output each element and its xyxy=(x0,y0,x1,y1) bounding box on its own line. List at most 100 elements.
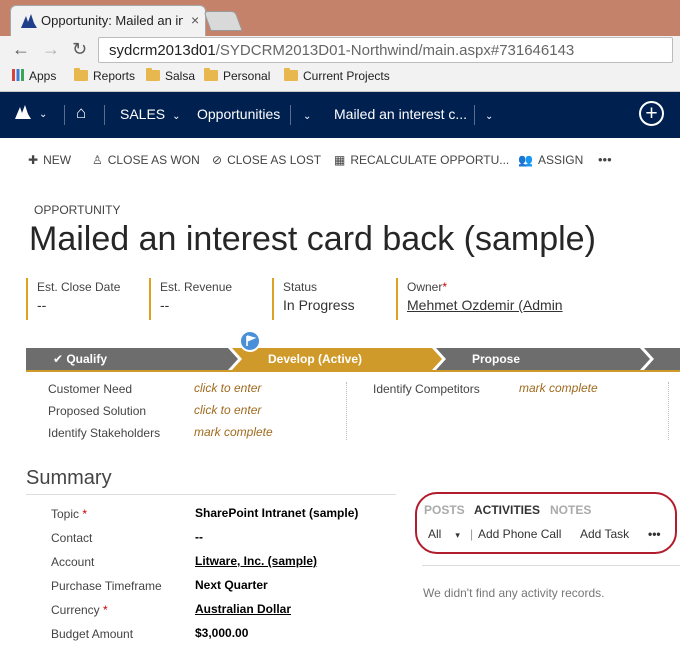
step-proposed-solution: Proposed Solution xyxy=(48,404,147,418)
reload-icon[interactable]: ↻ xyxy=(72,39,87,60)
bookmark-reports[interactable]: Reports xyxy=(74,68,135,83)
field-label: Est. Close Date xyxy=(37,280,121,294)
dynamics-menu-button[interactable]: ⌄ xyxy=(14,104,47,120)
apps-grid-icon xyxy=(12,69,24,81)
section-title-summary: Summary xyxy=(26,467,112,489)
field-value-account[interactable]: Litware, Inc. (sample) xyxy=(195,554,317,568)
field-label-currency: Currency * xyxy=(51,603,108,617)
folder-icon xyxy=(284,68,298,81)
field-label: Owner* xyxy=(407,280,448,294)
more-commands-button[interactable]: ••• xyxy=(598,152,612,167)
field-label-topic: Topic * xyxy=(51,507,88,521)
more-actions-button[interactable]: ••• xyxy=(648,527,661,541)
activity-filter-dropdown[interactable]: All ▾ xyxy=(428,527,460,541)
crm-nav-bar: ⌄ ⌂ SALES ⌄ Opportunities ⌄ Mailed an int… xyxy=(0,92,680,138)
close-as-won-button[interactable]: ♙ CLOSE AS WON xyxy=(92,153,200,167)
field-value-contact[interactable]: -- xyxy=(195,530,203,544)
step-proposed-solution-value[interactable]: click to enter xyxy=(194,403,261,417)
page-title: Mailed an interest card back (sample) xyxy=(29,220,596,258)
new-button[interactable]: ✚ NEW xyxy=(28,153,71,167)
empty-activities-message: We didn't find any activity records. xyxy=(423,586,605,600)
field-label-budget-amount: Budget Amount xyxy=(51,627,134,641)
browser-titlebar: Opportunity: Mailed an interest card bac… xyxy=(0,0,680,36)
field-value-purchase-timeframe[interactable]: Next Quarter xyxy=(195,578,268,592)
assign-button[interactable]: 👥 ASSIGN xyxy=(518,153,583,167)
dynamics-logo-icon xyxy=(21,14,37,28)
stage-propose-label: Propose xyxy=(471,352,520,366)
header-field-close-date[interactable]: Est. Close Date -- xyxy=(26,278,144,320)
bookmark-current-projects[interactable]: Current Projects xyxy=(284,68,390,83)
home-icon[interactable]: ⌂ xyxy=(76,103,86,123)
stage-qualify-label: ✔ Qualify xyxy=(52,352,108,366)
add-phone-call-button[interactable]: Add Phone Call xyxy=(478,527,561,541)
close-as-lost-button[interactable]: ⊘ CLOSE AS LOST xyxy=(212,153,321,167)
folder-icon xyxy=(74,68,88,81)
entity-type-label: OPPORTUNITY xyxy=(34,203,121,217)
recalculate-button[interactable]: ▦ RECALCULATE OPPORTU... xyxy=(334,153,509,167)
field-label: Status xyxy=(283,280,318,294)
create-plus-icon[interactable]: + xyxy=(639,101,664,126)
browser-tab-active[interactable]: Opportunity: Mailed an interest card bac… xyxy=(10,5,206,36)
nav-record-dropdown[interactable]: ⌄ xyxy=(478,106,493,122)
nav-divider xyxy=(104,105,105,125)
folder-icon xyxy=(204,68,218,81)
new-tab-button[interactable] xyxy=(203,11,243,31)
trophy-icon: ♙ xyxy=(92,153,103,167)
tab-title: Opportunity: Mailed an interest card bac… xyxy=(41,13,183,28)
browser-toolbar: ← → ↻ sydcrm2013d01/SYDCRM2013D01-Northw… xyxy=(0,36,680,64)
nav-divider xyxy=(64,105,65,125)
bookmark-personal[interactable]: Personal xyxy=(204,68,270,83)
nav-current-record[interactable]: Mailed an interest c... xyxy=(334,106,467,122)
steps-divider xyxy=(346,382,347,440)
social-divider xyxy=(422,565,680,566)
url-text: sydcrm2013d01/SYDCRM2013D01-Northwind/ma… xyxy=(109,42,575,59)
field-label-account: Account xyxy=(51,555,95,569)
plus-icon: ✚ xyxy=(28,153,39,167)
chevron-down-icon: ▾ xyxy=(455,530,460,540)
flag-icon xyxy=(239,330,261,352)
nav-opportunities[interactable]: Opportunities xyxy=(197,106,280,122)
nav-divider xyxy=(290,105,291,125)
action-divider: | xyxy=(470,527,474,541)
owner-link[interactable]: Mehmet Ozdemir (Admin xyxy=(407,297,576,313)
close-icon[interactable]: × xyxy=(191,12,199,28)
field-value-budget-amount[interactable]: $3,000.00 xyxy=(195,626,248,640)
back-arrow-icon[interactable]: ← xyxy=(12,39,30,60)
nav-entity-dropdown[interactable]: ⌄ xyxy=(296,106,311,122)
tab-posts[interactable]: POSTS xyxy=(424,503,465,517)
bookmark-apps[interactable]: Apps xyxy=(12,69,56,83)
tab-activities[interactable]: ACTIVITIES xyxy=(474,503,540,517)
header-field-owner[interactable]: Owner* Mehmet Ozdemir (Admin xyxy=(396,278,576,320)
step-customer-need: Customer Need xyxy=(48,382,133,396)
tab-notes[interactable]: NOTES xyxy=(550,503,591,517)
field-label-contact: Contact xyxy=(51,531,93,545)
field-value-topic[interactable]: SharePoint Intranet (sample) xyxy=(195,506,358,520)
field-value: -- xyxy=(160,297,170,313)
field-value: In Progress xyxy=(283,297,355,313)
prohibited-icon: ⊘ xyxy=(212,153,223,167)
add-task-button[interactable]: Add Task xyxy=(580,527,629,541)
step-identify-stakeholders: Identify Stakeholders xyxy=(48,426,161,440)
address-bar[interactable]: sydcrm2013d01/SYDCRM2013D01-Northwind/ma… xyxy=(98,37,673,63)
nav-divider xyxy=(474,105,475,125)
bookmark-salsa[interactable]: Salsa xyxy=(146,68,195,83)
step-identify-stakeholders-value[interactable]: mark complete xyxy=(194,425,273,439)
section-divider xyxy=(26,494,396,495)
field-value: -- xyxy=(37,297,47,313)
step-customer-need-value[interactable]: click to enter xyxy=(194,381,261,395)
header-field-est-revenue[interactable]: Est. Revenue -- xyxy=(149,278,267,320)
field-label-purchase-timeframe: Purchase Timeframe xyxy=(51,579,162,593)
step-identify-competitors-value[interactable]: mark complete xyxy=(519,381,598,395)
dynamics-logo-icon xyxy=(15,105,31,119)
bookmarks-bar: Apps Reports Salsa Personal Current Proj… xyxy=(0,64,680,92)
header-field-status[interactable]: Status In Progress xyxy=(272,278,390,320)
people-icon: 👥 xyxy=(518,153,533,167)
stage-develop-label: Develop (Active) xyxy=(267,352,363,366)
forward-arrow-icon[interactable]: → xyxy=(42,39,60,60)
step-identify-competitors: Identify Competitors xyxy=(373,382,480,396)
field-value-currency[interactable]: Australian Dollar xyxy=(195,602,291,616)
calculator-icon: ▦ xyxy=(334,153,346,167)
steps-divider xyxy=(668,382,669,440)
highlight-oval xyxy=(415,492,677,554)
nav-sales-area[interactable]: SALES ⌄ xyxy=(120,106,181,122)
